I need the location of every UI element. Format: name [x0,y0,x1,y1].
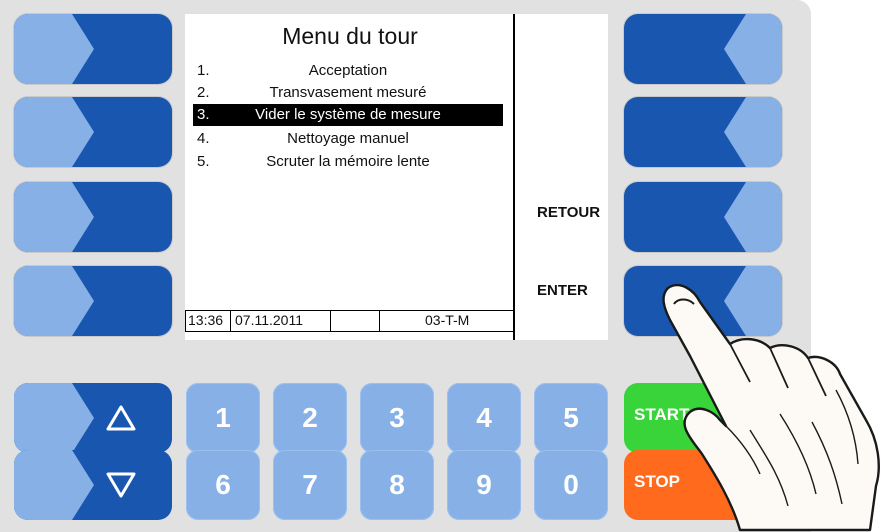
down-triangle-icon [106,472,136,498]
status-time: 13:36 [188,312,224,328]
pointing-hand-icon [662,283,880,532]
left-softkey-3[interactable] [14,182,172,252]
up-arrow-key[interactable] [14,383,172,453]
menu-item-1[interactable]: 1. Acceptation [193,60,503,82]
retour-label: RETOUR [537,204,601,221]
left-softkey-4[interactable] [14,266,172,336]
screen-title: Menu du tour [282,23,418,49]
menu-item-5[interactable]: 5. Scruter la mémoire lente [193,151,503,173]
screen-divider [513,14,515,340]
down-arrow-key[interactable] [14,450,172,520]
enter-label: ENTER [537,282,588,299]
left-softkey-1[interactable] [14,14,172,84]
key-7[interactable]: 7 [273,450,347,520]
up-triangle-icon [106,405,136,431]
menu-item-label: Nettoyage manuel [287,130,409,147]
key-5[interactable]: 5 [534,383,608,453]
menu-item-4[interactable]: 4. Nettoyage manuel [193,128,503,150]
menu-item-label: Transvasement mesuré [269,84,427,101]
key-4[interactable]: 4 [447,383,521,453]
menu-item-2[interactable]: 2. Transvasement mesuré [193,82,503,104]
key-1[interactable]: 1 [186,383,260,453]
key-3[interactable]: 3 [360,383,434,453]
left-softkey-2[interactable] [14,97,172,167]
status-date: 07.11.2011 [235,312,303,328]
status-bar: 13:36 07.11.2011 03-T-M [185,310,515,332]
retour-softkey[interactable] [624,182,782,252]
menu-item-label: Vider le système de mesure [255,106,441,123]
status-code: 03-T-M [425,312,470,328]
key-0[interactable]: 0 [534,450,608,520]
display-screen: Menu du tour 1. Acceptation 2. Transvase… [185,14,608,340]
key-9[interactable]: 9 [447,450,521,520]
menu-item-label: Acceptation [308,62,388,79]
menu-item-3-selected[interactable]: 3. Vider le système de mesure [193,104,503,126]
key-8[interactable]: 8 [360,450,434,520]
right-softkey-2[interactable] [624,97,782,167]
right-softkey-1[interactable] [624,14,782,84]
key-2[interactable]: 2 [273,383,347,453]
menu-item-label: Scruter la mémoire lente [266,153,430,170]
key-6[interactable]: 6 [186,450,260,520]
